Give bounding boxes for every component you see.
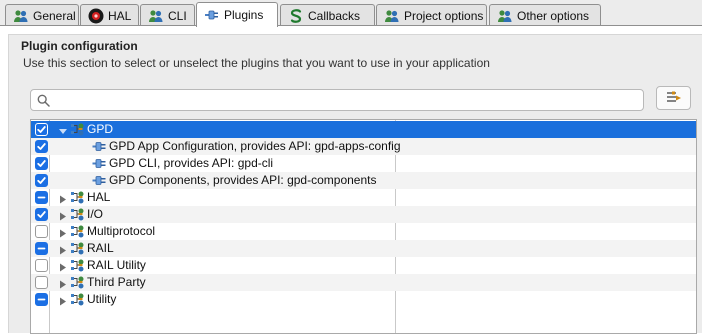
- editor-tab-bar: General HAL CLI Plugins Callbacks Projec…: [0, 0, 702, 27]
- expand-right-arrow-icon[interactable]: [59, 227, 67, 238]
- plugin-icon: [92, 156, 107, 171]
- tree-row-label: GPD App Configuration, provides API: gpd…: [109, 139, 401, 153]
- expand-down-arrow-icon[interactable]: [59, 125, 67, 134]
- row-checkbox[interactable]: [35, 276, 48, 289]
- callback-s-icon: [288, 8, 304, 24]
- row-checkbox[interactable]: [35, 293, 48, 306]
- expand-right-arrow-icon[interactable]: [59, 295, 67, 306]
- tab-other-options-label: Other options: [517, 8, 590, 23]
- row-checkbox[interactable]: [35, 259, 48, 272]
- row-checkbox[interactable]: [35, 123, 48, 136]
- tab-cli-label: CLI: [168, 8, 187, 23]
- tree-row[interactable]: GPD Components, provides API: gpd-compon…: [31, 172, 696, 189]
- hal-chip-icon: [88, 8, 104, 24]
- tree-row[interactable]: I/O: [31, 206, 696, 223]
- section-title: Plugin configuration: [21, 39, 138, 53]
- tab-plugins[interactable]: Plugins: [196, 2, 278, 27]
- row-checkbox[interactable]: [35, 191, 48, 204]
- people-icon: [13, 8, 29, 24]
- people-icon: [384, 8, 400, 24]
- plugin-category-icon: [70, 258, 85, 273]
- tab-callbacks[interactable]: Callbacks: [280, 4, 375, 26]
- filter-button[interactable]: [656, 86, 691, 110]
- row-checkbox[interactable]: [35, 140, 48, 153]
- tab-plugins-label: Plugins: [224, 8, 264, 22]
- plugin-icon: [92, 173, 107, 188]
- plugin-category-icon: [70, 190, 85, 205]
- expand-right-arrow-icon[interactable]: [59, 244, 67, 255]
- tab-other-options[interactable]: Other options: [489, 4, 601, 26]
- plugin-configuration-panel: Plugin configuration Use this section to…: [8, 34, 702, 334]
- expand-right-arrow-icon[interactable]: [59, 261, 67, 272]
- search-icon: [37, 94, 50, 107]
- tree-row-label: Utility: [87, 292, 117, 306]
- plugin-icon: [92, 139, 107, 154]
- tree-row[interactable]: RAIL Utility: [31, 257, 696, 274]
- tab-hal[interactable]: HAL: [80, 4, 139, 26]
- tree-row[interactable]: HAL: [31, 189, 696, 206]
- tab-project-options-label: Project options: [404, 8, 484, 23]
- tree-row-label: GPD Components, provides API: gpd-compon…: [109, 173, 377, 187]
- tree-row-label: Third Party: [87, 275, 146, 289]
- tree-row-label: GPD: [87, 122, 114, 136]
- people-icon: [497, 8, 513, 24]
- tab-general[interactable]: General: [5, 4, 79, 26]
- plugin-category-icon: [70, 241, 85, 256]
- row-checkbox[interactable]: [35, 157, 48, 170]
- tab-cli[interactable]: CLI: [140, 4, 195, 26]
- search-field[interactable]: [30, 89, 644, 111]
- section-description: Use this section to select or unselect t…: [23, 56, 490, 70]
- expand-right-arrow-icon[interactable]: [59, 210, 67, 221]
- tree-row[interactable]: RAIL: [31, 240, 696, 257]
- plugin-category-icon: [70, 275, 85, 290]
- tree-row[interactable]: Third Party: [31, 274, 696, 291]
- people-icon: [148, 8, 164, 24]
- row-checkbox[interactable]: [35, 242, 48, 255]
- tree-row-label: I/O: [87, 207, 104, 221]
- tree-row[interactable]: Utility: [31, 291, 696, 308]
- filter-list-icon: [666, 91, 681, 102]
- tree-row[interactable]: GPD App Configuration, provides API: gpd…: [31, 138, 696, 155]
- tree-row[interactable]: Multiprotocol: [31, 223, 696, 240]
- tree-row-label: RAIL Utility: [87, 258, 146, 272]
- row-checkbox[interactable]: [35, 208, 48, 221]
- tab-hal-label: HAL: [108, 8, 132, 23]
- tree-row-label: Multiprotocol: [87, 224, 156, 238]
- plugin-tree-table: GPD GPD App Configuration, provides API: …: [30, 119, 697, 334]
- plugin-connector-icon: [204, 7, 220, 23]
- tree-row-label: RAIL: [87, 241, 114, 255]
- plugin-category-icon: [70, 292, 85, 307]
- plugin-category-icon: [70, 207, 85, 222]
- plugin-category-icon: [70, 122, 85, 137]
- expand-right-arrow-icon[interactable]: [59, 193, 67, 204]
- tab-project-options[interactable]: Project options: [376, 4, 487, 26]
- tab-general-label: General: [33, 8, 76, 23]
- expand-right-arrow-icon[interactable]: [59, 278, 67, 289]
- row-checkbox[interactable]: [35, 174, 48, 187]
- tree-row-label: HAL: [87, 190, 111, 204]
- tree-row[interactable]: GPD: [31, 121, 696, 138]
- tree-row-label: GPD CLI, provides API: gpd-cli: [109, 156, 274, 170]
- tab-callbacks-label: Callbacks: [308, 8, 361, 23]
- plugin-category-icon: [70, 224, 85, 239]
- row-checkbox[interactable]: [35, 225, 48, 238]
- search-input[interactable]: [55, 92, 639, 108]
- tree-row[interactable]: GPD CLI, provides API: gpd-cli: [31, 155, 696, 172]
